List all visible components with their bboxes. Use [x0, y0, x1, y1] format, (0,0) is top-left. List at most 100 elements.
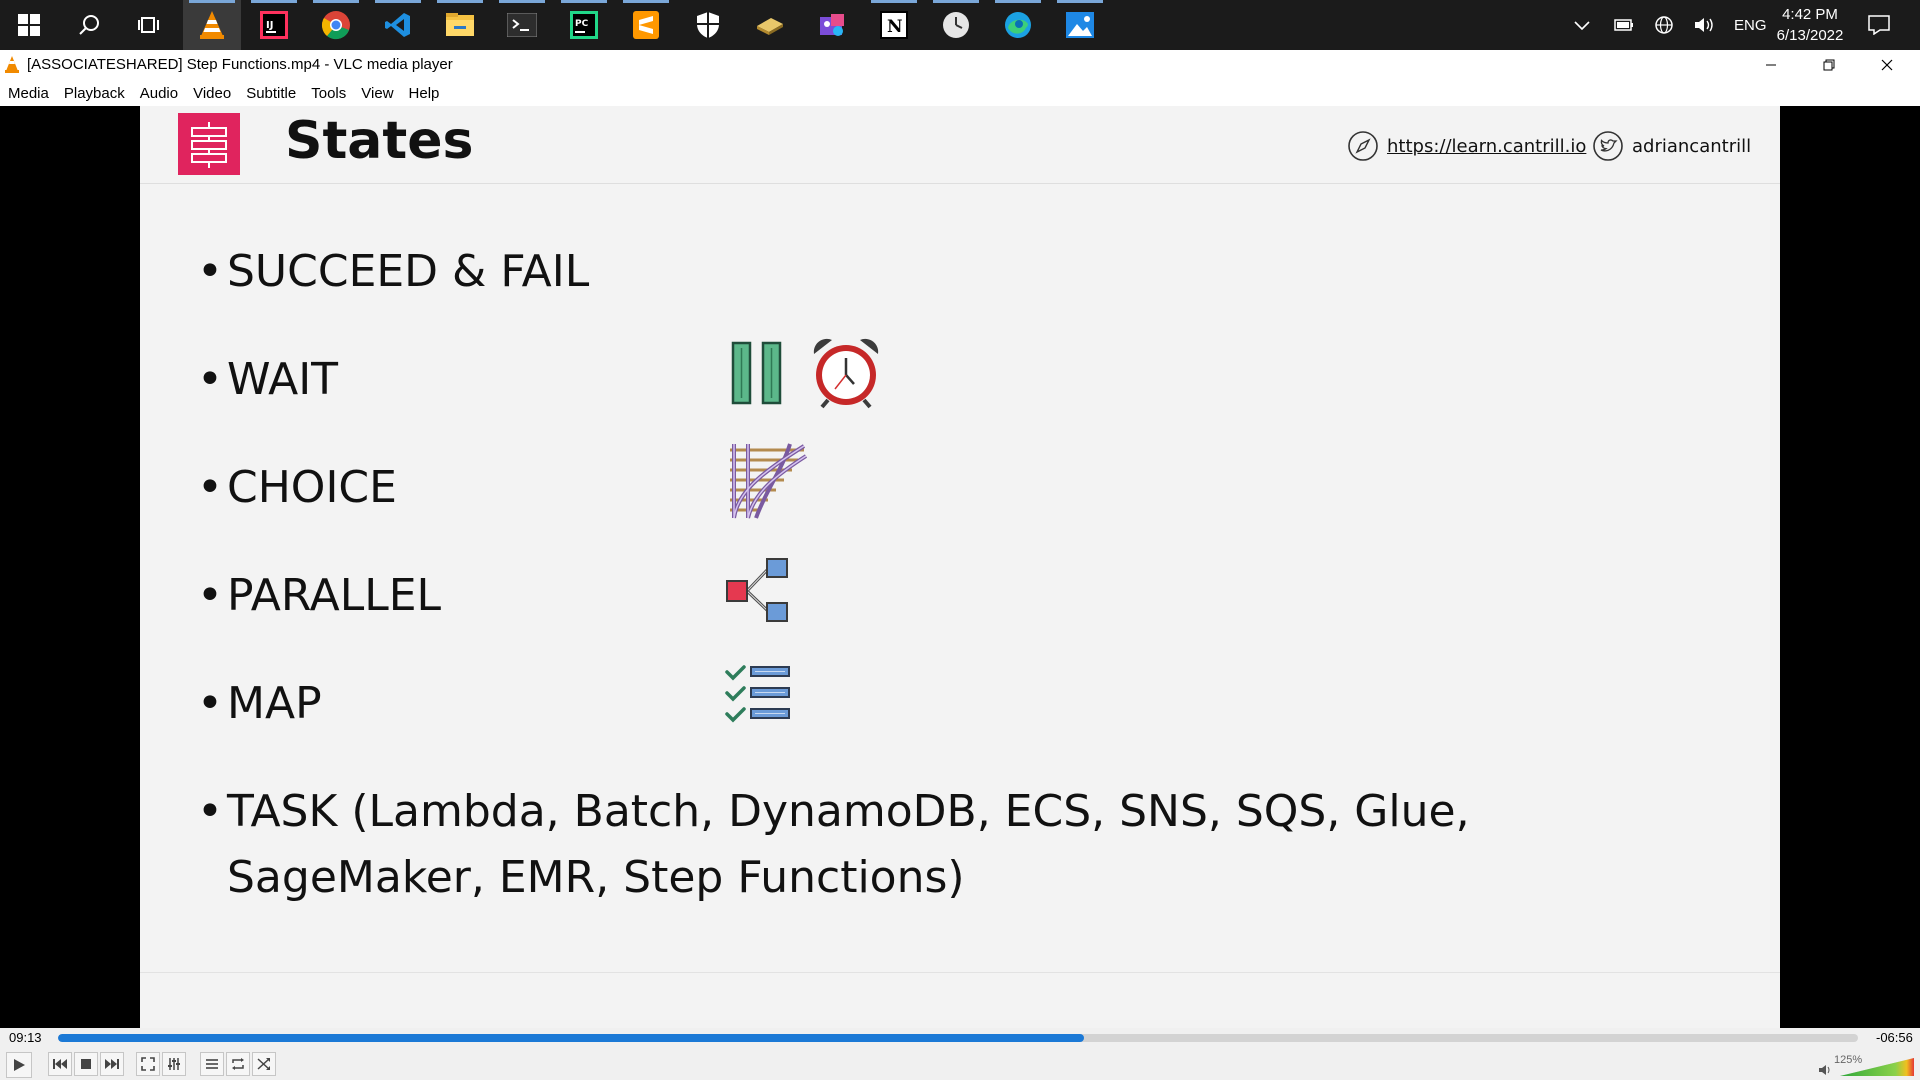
taskbar-media-app[interactable] [803, 0, 861, 50]
twitter-link[interactable]: adriancantrill [1592, 130, 1751, 162]
website-link[interactable]: https://learn.cantrill.io [1347, 130, 1586, 162]
terminal-icon [507, 13, 537, 37]
close-button[interactable] [1858, 50, 1916, 80]
parallel-branch-icon [726, 558, 788, 622]
taskbar-edge[interactable] [989, 0, 1047, 50]
bullet-text: CHOICE [227, 462, 397, 513]
svg-text:IJ: IJ [266, 20, 273, 31]
next-button[interactable] [100, 1052, 124, 1076]
taskbar-vlc[interactable] [183, 0, 241, 50]
slide-header: States https://learn.cantrill.io adrianc… [140, 106, 1780, 184]
fullscreen-button[interactable] [136, 1052, 160, 1076]
playlist-button[interactable] [200, 1052, 224, 1076]
taskbar-chrome[interactable] [307, 0, 365, 50]
video-area[interactable]: States https://learn.cantrill.io adrianc… [0, 106, 1920, 1028]
tray-battery[interactable] [1614, 0, 1634, 50]
slide-footer-divider [140, 972, 1780, 973]
shuffle-button[interactable] [252, 1052, 276, 1076]
vscode-icon [385, 13, 410, 37]
skip-forward-icon [105, 1059, 119, 1069]
photos-icon [1066, 12, 1094, 38]
bullet-wait: •WAIT [197, 354, 339, 405]
bullet-map: •MAP [197, 678, 322, 729]
menu-video[interactable]: Video [187, 85, 237, 102]
media-app-icon [820, 14, 844, 36]
step-functions-logo-icon [178, 113, 240, 175]
taskbar-clock[interactable]: 4:42 PM 6/13/2022 [1760, 4, 1860, 46]
menu-view[interactable]: View [355, 85, 399, 102]
menu-media[interactable]: Media [2, 85, 55, 102]
play-icon [14, 1059, 25, 1071]
equalizer-icon [168, 1058, 180, 1070]
twitter-handle: adriancantrill [1632, 135, 1752, 157]
notifications-button[interactable] [1868, 0, 1890, 50]
clock-time: 4:42 PM [1782, 6, 1838, 23]
tray-volume[interactable] [1694, 0, 1716, 50]
fullscreen-icon [141, 1057, 155, 1071]
checklist-icon [725, 665, 790, 723]
pause-icon [731, 341, 782, 405]
clock-date: 6/13/2022 [1776, 27, 1844, 44]
pycharm-icon: PC [570, 11, 598, 39]
taskbar-file-explorer[interactable] [431, 0, 489, 50]
window-titlebar: [ASSOCIATESHARED] Step Functions.mp4 - V… [0, 50, 1920, 80]
intellij-icon: IJ [260, 11, 288, 39]
taskbar-clock-app[interactable] [927, 0, 985, 50]
elapsed-time: 09:13 [9, 1030, 42, 1045]
battery-icon [1614, 19, 1633, 31]
loop-button[interactable] [226, 1052, 250, 1076]
volume-slider[interactable] [1840, 1058, 1914, 1076]
menu-tools[interactable]: Tools [305, 85, 352, 102]
bullet-succeed-fail: •SUCCEED & FAIL [197, 246, 590, 297]
speaker-icon [1695, 18, 1713, 32]
loop-icon [232, 1058, 244, 1070]
globe-icon [1655, 16, 1673, 34]
minimize-icon [1766, 64, 1776, 66]
tray-network[interactable] [1654, 0, 1674, 50]
railway-switch-icon [730, 443, 808, 519]
taskbar-notion[interactable]: N [865, 0, 923, 50]
file-explorer-icon [446, 13, 474, 36]
previous-button[interactable] [48, 1052, 72, 1076]
restore-button[interactable] [1800, 50, 1858, 80]
taskbar-pycharm[interactable]: PC [555, 0, 613, 50]
svg-text:N: N [887, 17, 903, 37]
vlc-icon [200, 11, 224, 39]
menu-audio[interactable]: Audio [134, 85, 184, 102]
task-view-button[interactable] [120, 0, 178, 50]
remaining-time[interactable]: -06:56 [1876, 1030, 1913, 1045]
menu-help[interactable]: Help [403, 85, 446, 102]
seek-progress [58, 1034, 1084, 1042]
bullet-parallel: •PARALLEL [197, 570, 442, 621]
start-button[interactable] [0, 0, 58, 50]
taskbar-terminal[interactable] [493, 0, 551, 50]
chevron-up-icon [1574, 21, 1590, 30]
taskbar-notes[interactable] [741, 0, 799, 50]
search-button[interactable] [60, 0, 118, 50]
stop-icon [81, 1059, 91, 1069]
website-url: https://learn.cantrill.io [1387, 135, 1587, 157]
tray-overflow-button[interactable] [1574, 0, 1590, 50]
extended-settings-button[interactable] [162, 1052, 186, 1076]
taskbar-sublime[interactable] [617, 0, 675, 50]
taskbar-security[interactable] [679, 0, 737, 50]
bullet-text: SUCCEED & FAIL [227, 246, 590, 297]
minimize-button[interactable] [1742, 50, 1800, 80]
chrome-icon [321, 11, 350, 40]
play-button[interactable] [6, 1052, 32, 1078]
clock-app-icon [943, 12, 969, 38]
search-icon [79, 15, 99, 35]
stop-button[interactable] [74, 1052, 98, 1076]
playlist-icon [206, 1059, 218, 1069]
seek-bar[interactable] [58, 1034, 1858, 1042]
menu-subtitle[interactable]: Subtitle [240, 85, 302, 102]
taskbar-intellij[interactable]: IJ [245, 0, 303, 50]
bullet-text: PARALLEL [227, 570, 442, 621]
taskbar-photos[interactable] [1051, 0, 1109, 50]
speaker-icon[interactable] [1818, 1064, 1832, 1076]
menu-playback[interactable]: Playback [58, 85, 131, 102]
taskbar: IJ PC N ENG 4:42 PM 6/13/2022 [0, 0, 1920, 50]
taskbar-vscode[interactable] [369, 0, 427, 50]
player-controls: 09:13 -06:56 125% [0, 1028, 1920, 1080]
shuffle-icon [257, 1058, 270, 1070]
